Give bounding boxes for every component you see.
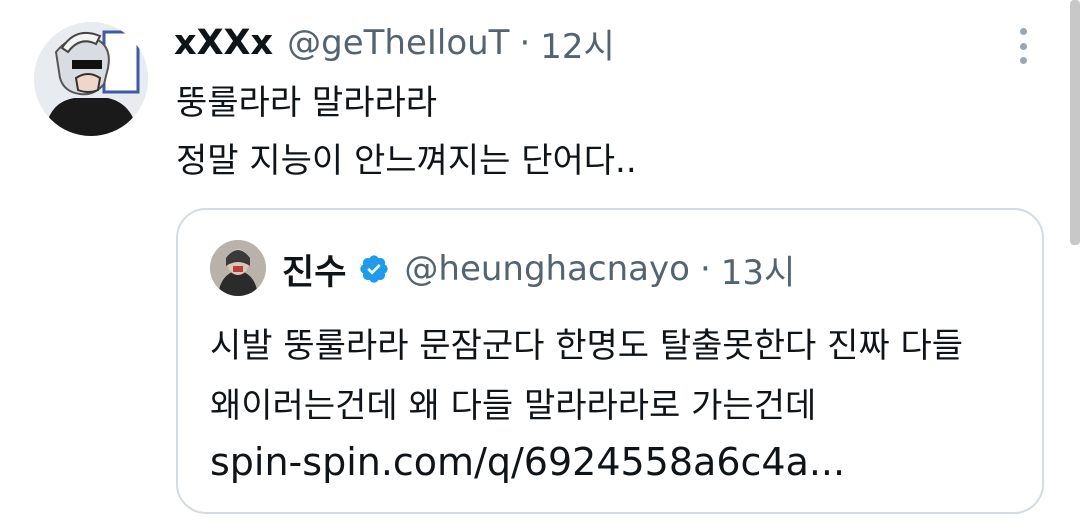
quoted-tweet-text: 시발 뚱룰라라 문잠군다 한명도 탈출못한다 진짜 다들 왜이러는건데 왜 다들… bbox=[210, 316, 963, 436]
tweet-text-line: 정말 지능이 안느껴지는 단어다.. bbox=[176, 141, 637, 181]
tweet-timestamp[interactable]: 12시 bbox=[540, 19, 615, 68]
author-display-name[interactable]: xXXx bbox=[174, 23, 273, 63]
quoted-author-handle: @heunghacnayo bbox=[404, 249, 690, 289]
tweet-text-line: 뚱룰라라 말라라라 bbox=[176, 83, 438, 123]
quoted-tweet-text-line: 시발 뚱룰라라 문잠군다 한명도 탈출못한다 진짜 다들 bbox=[210, 326, 964, 366]
quoted-author-avatar bbox=[210, 240, 266, 296]
quoted-tweet-header: 진수 @heunghacnayo · 13시 bbox=[282, 244, 795, 294]
scrollbar[interactable] bbox=[1070, 0, 1080, 245]
separator-dot: · bbox=[519, 23, 531, 63]
tweet-text: 뚱룰라라 말라라라 정말 지능이 안느껴지는 단어다.. bbox=[176, 74, 637, 190]
quoted-tweet-timestamp: 13시 bbox=[720, 252, 796, 293]
quoted-tweet-link[interactable]: spin-spin.com/q/6924558a6c4a... bbox=[210, 434, 845, 490]
vertical-ellipsis-icon bbox=[1019, 28, 1027, 35]
quoted-author-display-name: 진수 bbox=[282, 252, 347, 293]
tweet-header: xXXx @geTheIlouT · 12시 bbox=[174, 19, 615, 68]
more-options-button[interactable] bbox=[1010, 28, 1036, 64]
verified-badge-icon bbox=[360, 255, 389, 283]
quoted-tweet-card[interactable]: 진수 @heunghacnayo · 13시 시발 뚱룰라라 문잠군다 한명도 … bbox=[176, 208, 1044, 514]
separator-dot: · bbox=[699, 249, 711, 289]
author-handle[interactable]: @geTheIlouT bbox=[287, 23, 509, 63]
profile-avatar-illustration bbox=[34, 22, 148, 136]
tweet-author-avatar[interactable] bbox=[34, 22, 148, 136]
quoted-tweet-text-line: 왜이러는건데 왜 다들 말라라라로 가는건데 bbox=[210, 386, 817, 426]
profile-avatar-photo bbox=[210, 240, 266, 296]
